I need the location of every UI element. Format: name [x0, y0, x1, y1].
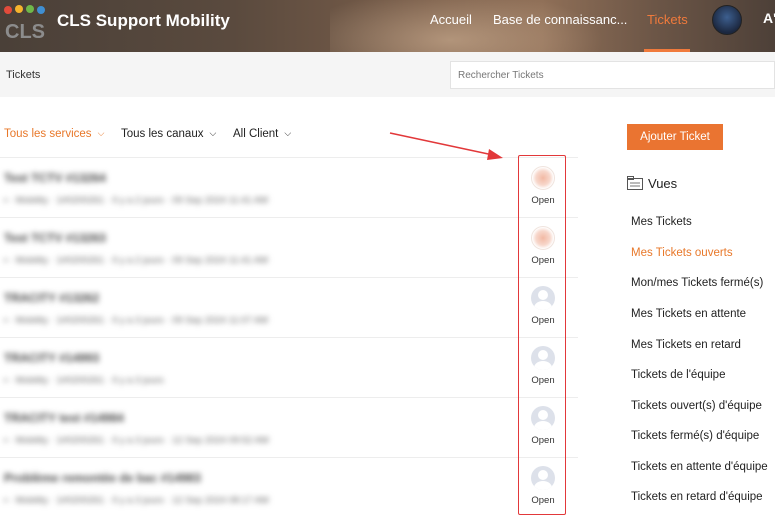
view-mes-tickets-en-retard[interactable]: Mes Tickets en retard: [631, 339, 741, 351]
filter-services[interactable]: Tous les services ⌵: [4, 128, 104, 140]
views-folder-icon: [627, 176, 643, 190]
svg-text:CLS: CLS: [5, 21, 45, 43]
ticket-title[interactable]: TRACITY #13262: [4, 291, 99, 305]
user-avatar[interactable]: [712, 5, 742, 35]
page-title: Tickets: [6, 69, 41, 81]
ticket-row[interactable]: TRACITY #13262 ▪ · Mobility · 1#0200261 …: [0, 277, 578, 337]
nav-base-de-connaissance[interactable]: Base de connaissanc...: [493, 12, 627, 27]
annotation-arrow-icon: [389, 132, 503, 160]
ticket-title[interactable]: TRACITY test #14984: [4, 411, 124, 425]
cls-logo: CLS: [4, 5, 45, 43]
ticket-row[interactable]: Test TCTV #13263 ▪ · Mobility · 1#020026…: [0, 217, 578, 277]
ticket-title[interactable]: Problème remontée de bac #14983: [4, 471, 201, 485]
filter-services-label: Tous les services: [4, 128, 92, 140]
ticket-meta: ▪ · Mobility · 1#0200261 · Il y a 3 jour…: [4, 435, 269, 446]
annotation-highlight-box: [518, 155, 566, 515]
view-tickets-en-attente-equipe[interactable]: Tickets en attente d'équipe: [631, 461, 768, 473]
view-mes-tickets-fermes[interactable]: Mon/mes Tickets fermé(s): [631, 277, 763, 289]
nav-tickets[interactable]: Tickets: [647, 12, 688, 27]
view-mes-tickets-ouverts[interactable]: Mes Tickets ouverts: [631, 247, 733, 259]
chevron-down-icon: ⌵: [209, 128, 217, 138]
chevron-down-icon: ⌵: [284, 128, 292, 138]
view-mes-tickets[interactable]: Mes Tickets: [631, 216, 692, 228]
view-tickets-en-retard-equipe[interactable]: Tickets en retard d'équipe: [631, 491, 763, 503]
ticket-title[interactable]: TRACITY #14993: [4, 351, 99, 365]
ticket-row[interactable]: Problème remontée de bac #14983 ▪ · Mobi…: [0, 457, 578, 517]
filter-canaux[interactable]: Tous les canaux ⌵: [121, 128, 216, 140]
subheader-bar: Tickets: [0, 52, 775, 97]
ticket-meta: ▪ · Mobility · 1#0200261 · Il y a 3 jour…: [4, 495, 269, 506]
ticket-title[interactable]: Test TCTV #13264: [4, 171, 106, 185]
ticket-row[interactable]: Test TCTV #13264 ▪ · Mobility · 1#020026…: [0, 157, 578, 217]
add-ticket-button[interactable]: Ajouter Ticket: [627, 124, 723, 150]
view-tickets-ouverts-equipe[interactable]: Tickets ouvert(s) d'équipe: [631, 400, 762, 412]
top-header: CLS CLS Support Mobility Accueil Base de…: [0, 0, 775, 52]
filter-client[interactable]: All Client ⌵: [233, 128, 291, 140]
filter-client-label: All Client: [233, 128, 279, 140]
view-tickets-equipe[interactable]: Tickets de l'équipe: [631, 369, 725, 381]
ticket-meta: ▪ · Mobility · 1#0200261 · Il y a 2 jour…: [4, 195, 269, 206]
search-tickets-input[interactable]: [450, 61, 775, 89]
nav-accueil[interactable]: Accueil: [430, 12, 472, 27]
ticket-meta: ▪ · Mobility · 1#0200261 · Il y a 3 jour…: [4, 375, 164, 386]
ticket-row[interactable]: TRACITY #14993 ▪ · Mobility · 1#0200261 …: [0, 337, 578, 397]
ticket-meta: ▪ · Mobility · 1#0200261 · Il y a 2 jour…: [4, 255, 269, 266]
ticket-title[interactable]: Test TCTV #13263: [4, 231, 106, 245]
app-title: CLS Support Mobility: [57, 11, 230, 30]
nav-truncated-item[interactable]: A': [763, 10, 775, 26]
view-tickets-fermes-equipe[interactable]: Tickets fermé(s) d'équipe: [631, 430, 759, 442]
views-title: Vues: [648, 176, 678, 191]
view-mes-tickets-en-attente[interactable]: Mes Tickets en attente: [631, 308, 746, 320]
ticket-meta: ▪ · Mobility · 1#0200261 · Il y a 3 jour…: [4, 315, 269, 326]
ticket-row[interactable]: TRACITY test #14984 ▪ · Mobility · 1#020…: [0, 397, 578, 457]
chevron-down-icon: ⌵: [97, 128, 105, 138]
filter-canaux-label: Tous les canaux: [121, 128, 204, 140]
